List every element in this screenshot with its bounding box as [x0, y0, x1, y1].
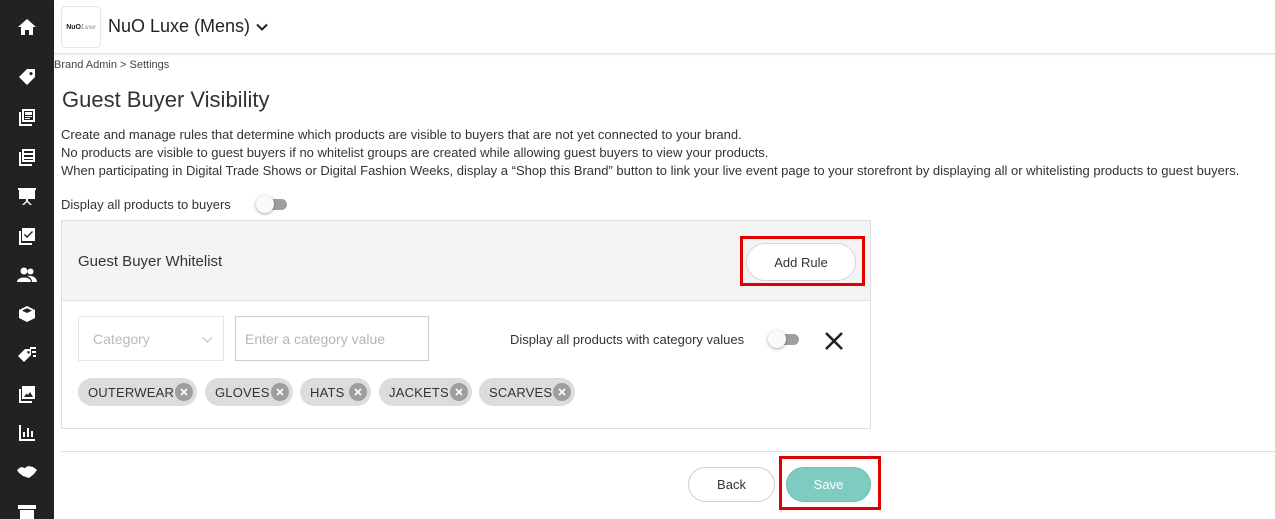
description-line: Create and manage rules that determine w…: [61, 127, 742, 142]
category-select[interactable]: Category: [78, 316, 224, 361]
category-chip: HATS: [300, 378, 371, 406]
category-value-input[interactable]: [235, 316, 429, 361]
category-chip: GLOVES: [205, 378, 293, 406]
breadcrumb: Brand Admin > Settings: [54, 59, 170, 71]
chip-label: SCARVES: [489, 384, 553, 400]
category-chip: OUTERWEAR: [78, 378, 197, 406]
chevron-down-icon[interactable]: [255, 20, 269, 34]
checklist-icon[interactable]: [0, 221, 54, 251]
brand-logo-text: NuO: [66, 23, 81, 31]
brand-name[interactable]: NuO Luxe (Mens): [108, 16, 250, 37]
whitelist-panel-header: Guest Buyer Whitelist Add Rule: [62, 221, 870, 301]
chevron-down-icon: [202, 337, 213, 343]
description-line: When participating in Digital Trade Show…: [61, 163, 1240, 178]
chip-remove-icon[interactable]: [271, 383, 289, 401]
chip-remove-icon[interactable]: [175, 383, 193, 401]
description-line: No products are visible to guest buyers …: [61, 145, 769, 160]
add-rule-button[interactable]: Add Rule: [746, 243, 856, 281]
display-all-label: Display all products to buyers: [61, 197, 231, 212]
chip-label: HATS: [310, 384, 345, 400]
brand-logo[interactable]: NuO Luxe: [61, 6, 101, 48]
chip-label: JACKETS: [389, 384, 449, 400]
page-title: Guest Buyer Visibility: [62, 87, 270, 112]
category-chip: SCARVES: [479, 378, 575, 406]
catalog-icon[interactable]: [0, 102, 54, 132]
category-chip: JACKETS: [379, 378, 472, 406]
box-icon[interactable]: [0, 299, 54, 329]
whitelist-title: Guest Buyer Whitelist: [78, 253, 223, 270]
sidebar: [0, 0, 54, 519]
display-all-category-toggle[interactable]: [768, 330, 800, 348]
order-list-icon[interactable]: [0, 142, 54, 172]
category-select-placeholder: Category: [93, 331, 150, 347]
brand-logo-script: Luxe: [80, 23, 96, 31]
footer-divider: [61, 451, 1275, 452]
display-all-category-label: Display all products with category value…: [510, 332, 745, 347]
images-icon[interactable]: [0, 379, 54, 409]
analytics-icon[interactable]: [0, 418, 54, 448]
storefront-icon[interactable]: [0, 496, 54, 519]
handshake-icon[interactable]: [0, 457, 54, 487]
promotions-icon[interactable]: [0, 339, 54, 369]
display-all-toggle[interactable]: [256, 195, 288, 213]
home-icon[interactable]: [0, 12, 54, 42]
chip-remove-icon[interactable]: [349, 383, 367, 401]
top-header: NuO Luxe NuO Luxe (Mens): [54, 0, 1275, 54]
toggle-knob: [256, 195, 274, 213]
whitelist-panel: Guest Buyer Whitelist Add Rule Category …: [61, 220, 871, 429]
back-button[interactable]: Back: [688, 467, 775, 502]
chip-remove-icon[interactable]: [553, 383, 571, 401]
showroom-icon[interactable]: [0, 181, 54, 211]
remove-rule-close-icon[interactable]: [822, 329, 846, 353]
tag-icon[interactable]: [0, 62, 54, 92]
save-button[interactable]: Save: [786, 467, 871, 502]
chip-label: GLOVES: [215, 384, 270, 400]
users-icon[interactable]: [0, 260, 54, 290]
chip-remove-icon[interactable]: [450, 383, 468, 401]
chip-label: OUTERWEAR: [88, 384, 175, 400]
toggle-knob: [768, 330, 786, 348]
